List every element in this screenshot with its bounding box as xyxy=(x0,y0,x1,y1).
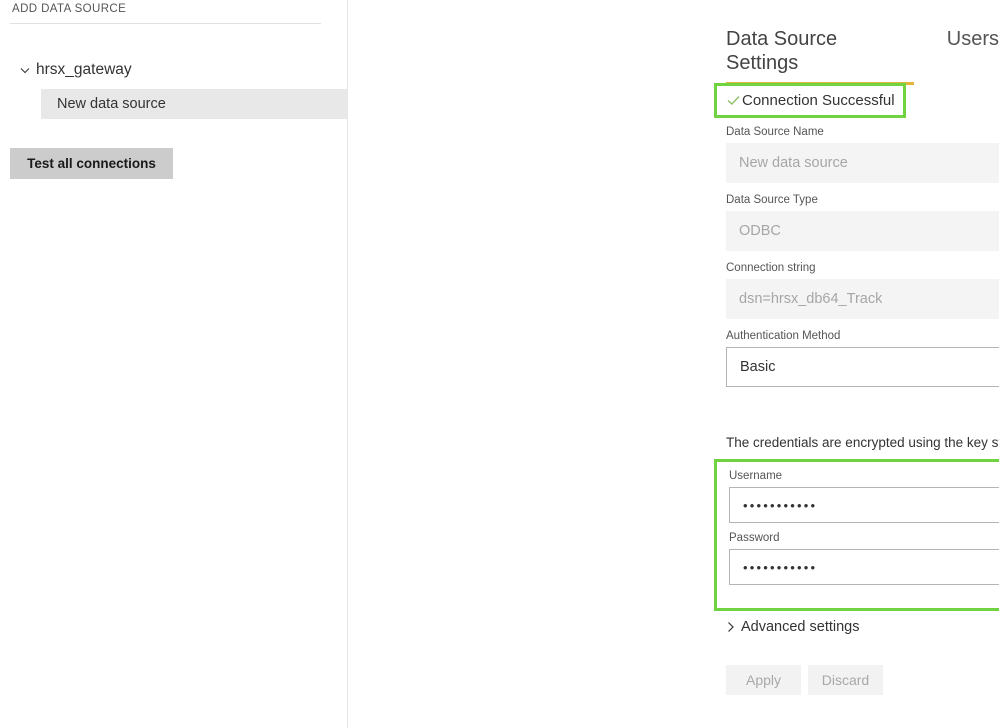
authentication-method-label: Authentication Method xyxy=(726,330,841,342)
connection-string-input[interactable]: dsn=hrsx_db64_Track xyxy=(726,279,999,319)
field-connection-string: Connection string dsn=hrsx_db64_Track xyxy=(726,262,999,319)
panel-divider xyxy=(10,23,321,24)
authentication-method-select[interactable]: Basic xyxy=(726,347,999,387)
left-panel: ADD DATA SOURCE hrsx_gateway New data so… xyxy=(0,0,348,728)
password-input[interactable]: ••••••••••• xyxy=(729,549,999,585)
check-icon xyxy=(726,93,741,108)
sidebar-item-new-data-source[interactable]: New data source xyxy=(41,89,348,119)
credentials-fields: Username ••••••••••• Password ••••••••••… xyxy=(729,470,999,594)
gateway-tree: hrsx_gateway New data source xyxy=(0,56,348,119)
data-source-type-label: Data Source Type xyxy=(726,194,818,206)
gateway-tree-root[interactable]: hrsx_gateway xyxy=(0,56,348,84)
connection-status-banner: Connection Successful xyxy=(714,83,906,118)
chevron-right-icon xyxy=(725,620,739,634)
page-title: ADD DATA SOURCE xyxy=(12,3,127,15)
apply-button[interactable]: Apply xyxy=(726,665,801,695)
data-source-type-select[interactable]: ODBC xyxy=(726,211,999,251)
action-button-row: Apply Discard xyxy=(726,665,883,695)
data-source-type-value: ODBC xyxy=(739,223,781,239)
field-password: Password ••••••••••• xyxy=(729,532,999,585)
data-source-form: Data Source Name New data source Data So… xyxy=(726,126,999,398)
password-value: ••••••••••• xyxy=(743,559,818,575)
authentication-method-value: Basic xyxy=(740,359,776,375)
data-source-name-input[interactable]: New data source xyxy=(726,143,999,183)
advanced-settings-label: Advanced settings xyxy=(741,619,860,635)
username-label: Username xyxy=(729,470,783,482)
advanced-settings-toggle[interactable]: Advanced settings xyxy=(725,619,860,635)
tab-bar: Data Source Settings Users xyxy=(726,27,999,85)
discard-button[interactable]: Discard xyxy=(808,665,883,695)
field-authentication-method: Authentication Method Basic xyxy=(726,330,999,387)
credentials-section: Username ••••••••••• Password ••••••••••… xyxy=(714,459,999,611)
connection-string-value: dsn=hrsx_db64_Track xyxy=(739,291,883,307)
list-item-label: New data source xyxy=(57,96,166,112)
field-data-source-name: Data Source Name New data source xyxy=(726,126,999,183)
connection-string-label: Connection string xyxy=(726,262,816,274)
credentials-note-text: The credentials are encrypted using the … xyxy=(726,435,999,450)
field-data-source-type: Data Source Type ODBC xyxy=(726,194,999,251)
data-source-name-value: New data source xyxy=(739,155,848,171)
credentials-note: The credentials are encrypted using the … xyxy=(726,435,999,450)
field-username: Username ••••••••••• xyxy=(729,470,999,523)
tab-data-source-settings[interactable]: Data Source Settings xyxy=(726,27,914,85)
password-label: Password xyxy=(729,532,780,544)
test-all-connections-button[interactable]: Test all connections xyxy=(10,148,173,179)
gateway-name: hrsx_gateway xyxy=(36,61,132,78)
username-input[interactable]: ••••••••••• xyxy=(729,487,999,523)
add-data-source-page: ADD DATA SOURCE hrsx_gateway New data so… xyxy=(0,0,999,728)
tab-users[interactable]: Users xyxy=(947,27,999,61)
connection-status-text: Connection Successful xyxy=(742,92,895,109)
chevron-down-icon[interactable] xyxy=(18,63,32,77)
username-value: ••••••••••• xyxy=(743,497,818,513)
data-source-name-label: Data Source Name xyxy=(726,126,824,138)
right-panel: Data Source Settings Users Connection Su… xyxy=(348,0,999,728)
